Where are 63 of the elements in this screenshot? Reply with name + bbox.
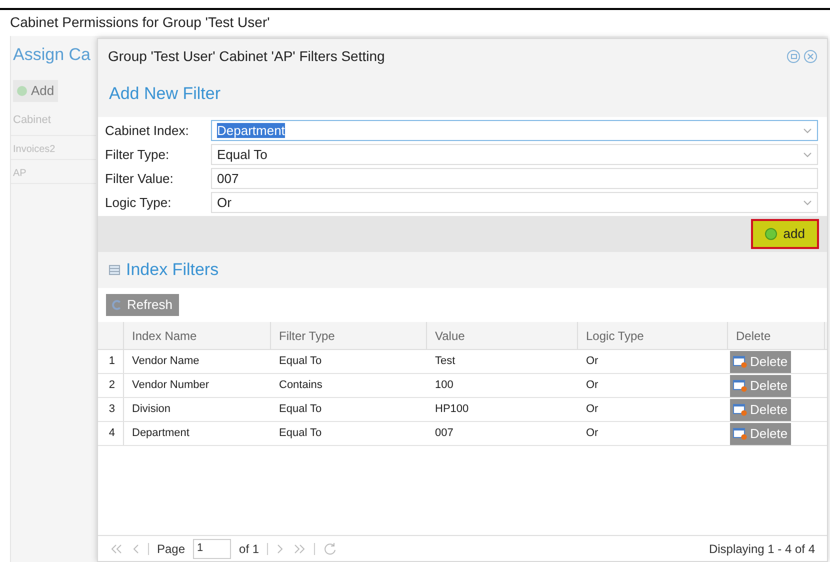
row-number: 4 xyxy=(98,422,124,445)
page-label: Page xyxy=(157,540,186,558)
table-cell-text: Vendor Name xyxy=(131,354,200,370)
table-cell-text: Contains xyxy=(278,378,324,394)
paging-info: Displaying 1 - 4 of 4 xyxy=(708,540,815,558)
add-button[interactable]: Add xyxy=(13,80,58,102)
table-cell: Invoices2 xyxy=(11,136,96,160)
table-cell-text: 100 xyxy=(434,378,454,394)
table-cell-text: Test xyxy=(434,354,456,370)
next-page-icon[interactable] xyxy=(276,544,284,554)
page-field[interactable]: 1 xyxy=(193,538,232,558)
grid-title: Index Filters xyxy=(126,259,219,282)
table-cell-text: Equal To xyxy=(278,354,323,370)
table-cell-text: Equal To xyxy=(278,402,323,418)
add-button[interactable]: add xyxy=(751,219,819,249)
select-field[interactable]: Equal To xyxy=(211,144,818,165)
close-icon[interactable] xyxy=(804,50,817,62)
grid-icon xyxy=(109,265,120,275)
chevron-icon xyxy=(803,128,812,134)
select-field[interactable]: Or xyxy=(211,192,818,213)
dialog-title: Group 'Test User' Cabinet 'AP' Filters Setting xyxy=(108,46,386,66)
chevron-icon xyxy=(803,200,812,206)
column-header: Index Name xyxy=(124,322,271,349)
form-title: Add New Filter xyxy=(108,83,222,105)
column-header: Cabinet xyxy=(11,112,96,136)
column-header: Delete xyxy=(728,322,825,349)
column-header: Filter Type xyxy=(271,322,427,349)
table-cell-text: Division xyxy=(131,402,172,418)
page-title: Cabinet Permissions for Group 'Test User' xyxy=(9,13,271,32)
chevron-icon xyxy=(803,152,812,158)
previous-page-icon[interactable] xyxy=(132,544,140,554)
table-cell-text: Equal To xyxy=(278,426,323,442)
table-cell-text: Or xyxy=(585,426,600,442)
first-page-icon[interactable] xyxy=(110,544,124,554)
row-number: 1 xyxy=(98,350,124,373)
refresh-icon[interactable] xyxy=(323,542,338,556)
field-label: Filter Type: xyxy=(104,146,170,164)
last-page-icon[interactable] xyxy=(292,544,306,554)
row-number: 2 xyxy=(98,374,124,397)
table-cell-text: Or xyxy=(585,354,600,370)
window-delete-icon xyxy=(733,428,747,440)
restore-icon[interactable] xyxy=(787,50,800,62)
column-header: Value xyxy=(427,322,578,349)
table-cell-text: HP100 xyxy=(434,402,470,418)
table-cell-text: Or xyxy=(585,402,600,418)
window-delete-icon xyxy=(733,404,747,416)
window-delete-icon xyxy=(733,380,747,392)
table-cell: AP xyxy=(11,160,96,184)
refresh-icon xyxy=(112,300,122,310)
row-number: 3 xyxy=(98,398,124,421)
table-cell-text: Vendor Number xyxy=(131,378,210,394)
table-cell-text: Or xyxy=(585,378,600,394)
column-header: Logic Type xyxy=(578,322,728,349)
select-field[interactable]: Department xyxy=(211,120,818,141)
table-cell-text: Department xyxy=(131,426,190,442)
panel-title: Assign Ca xyxy=(13,44,92,66)
window-delete-icon xyxy=(733,356,747,368)
field-label: Filter Value: xyxy=(104,170,174,188)
page-count: of 1 xyxy=(239,540,260,558)
field-label: Logic Type: xyxy=(104,194,172,212)
input-field[interactable]: 007 xyxy=(211,168,818,189)
table-cell-text: 007 xyxy=(434,426,454,442)
field-label: Cabinet Index: xyxy=(104,122,190,140)
